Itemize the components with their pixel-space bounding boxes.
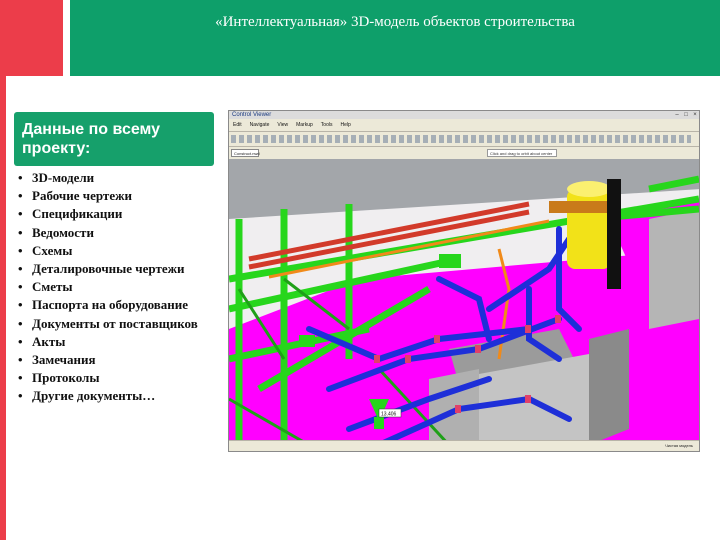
project-data-panel: Данные по всему проекту: 3D-модели Рабоч…: [14, 112, 214, 462]
list-item: Сметы: [18, 279, 214, 295]
list-item: Паспорта на оборудование: [18, 297, 214, 313]
menu-view[interactable]: View: [277, 119, 288, 131]
list-item: Спецификации: [18, 206, 214, 222]
toolbar-icons[interactable]: [231, 135, 691, 143]
list-item: Рабочие чертежи: [18, 188, 214, 204]
panel-heading: Данные по всему проекту:: [14, 112, 214, 166]
document-list: 3D-модели Рабочие чертежи Спецификации В…: [14, 170, 214, 404]
maximize-icon[interactable]: □: [682, 111, 690, 119]
list-item: Документы от поставщиков: [18, 316, 214, 332]
menu-help[interactable]: Help: [340, 119, 350, 131]
list-item: Схемы: [18, 243, 214, 259]
plant-3d-scene[interactable]: 13.406: [229, 159, 700, 445]
svg-text:13.406: 13.406: [381, 412, 397, 418]
list-item: 3D-модели: [18, 170, 214, 186]
list-item: Протоколы: [18, 370, 214, 386]
list-item: Деталировочные чертежи: [18, 261, 214, 277]
list-item: Другие документы…: [18, 388, 214, 404]
viewer-screenshot: Control Viewer – □ × Edit Navigate View …: [228, 110, 700, 452]
viewer-statusbar: Чистая модель: [229, 440, 699, 451]
header-accent-block: [0, 0, 63, 76]
list-item: Ведомости: [18, 225, 214, 241]
header-divider: [63, 0, 70, 76]
viewer-title: Control Viewer: [232, 112, 272, 118]
viewer-toolbar: [229, 132, 699, 147]
minimize-icon[interactable]: –: [673, 111, 681, 119]
dimension-tag: 13.406: [378, 408, 402, 418]
equipment-block: [589, 329, 629, 445]
list-item: Замечания: [18, 352, 214, 368]
viewer-titlebar: Control Viewer – □ ×: [229, 111, 699, 119]
close-icon[interactable]: ×: [691, 111, 699, 119]
menu-edit[interactable]: Edit: [233, 119, 242, 131]
black-stack: [607, 179, 621, 289]
file-tab[interactable]: Construct.nwd: [231, 149, 260, 157]
list-item: Акты: [18, 334, 214, 350]
equipment-block: [649, 209, 699, 329]
slide-title: «Интеллектуальная» 3D-модель объектов ст…: [215, 14, 575, 30]
status-text: Чистая модель: [665, 443, 693, 448]
header-bar: [70, 0, 720, 76]
menu-markup[interactable]: Markup: [296, 119, 313, 131]
menu-tools[interactable]: Tools: [321, 119, 333, 131]
hint-field[interactable]: Click and drag to orbit about center: [487, 149, 557, 157]
left-accent-strip: [0, 76, 6, 540]
viewer-menubar: Edit Navigate View Markup Tools Help: [229, 119, 699, 132]
menu-navigate[interactable]: Navigate: [250, 119, 270, 131]
